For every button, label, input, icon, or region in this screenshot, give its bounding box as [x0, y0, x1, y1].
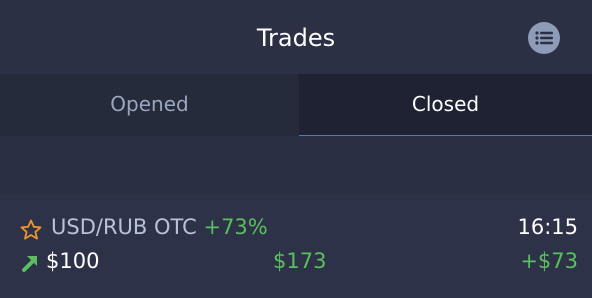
trade-amount: $100	[46, 249, 100, 273]
arrow-up-right-icon	[22, 256, 37, 272]
tab-bar: Opened Closed	[0, 74, 592, 136]
tab-opened[interactable]: Opened	[0, 74, 299, 136]
payout-percent: +73%	[203, 215, 268, 239]
trade-row-top: USD/RUB OTC +73% 16:15	[0, 214, 592, 244]
star-outline-icon[interactable]	[19, 218, 43, 242]
trade-payout: $173	[273, 249, 327, 273]
tab-closed[interactable]: Closed	[299, 74, 592, 136]
trade-profit: +$73	[520, 249, 578, 273]
page-title: Trades	[256, 24, 336, 52]
header: Trades	[0, 0, 592, 74]
asset-name: USD/RUB OTC	[51, 215, 197, 239]
asset-pair: USD/RUB OTC +73%	[51, 215, 268, 239]
trade-item[interactable]: USD/RUB OTC +73% 16:15 $100 $173 +$73	[0, 194, 592, 298]
menu-button[interactable]	[528, 22, 560, 54]
spacer	[0, 136, 592, 194]
list-icon	[535, 31, 553, 45]
trade-time: 16:15	[517, 215, 578, 239]
trade-row-bottom: $100 $173 +$73	[0, 248, 592, 278]
